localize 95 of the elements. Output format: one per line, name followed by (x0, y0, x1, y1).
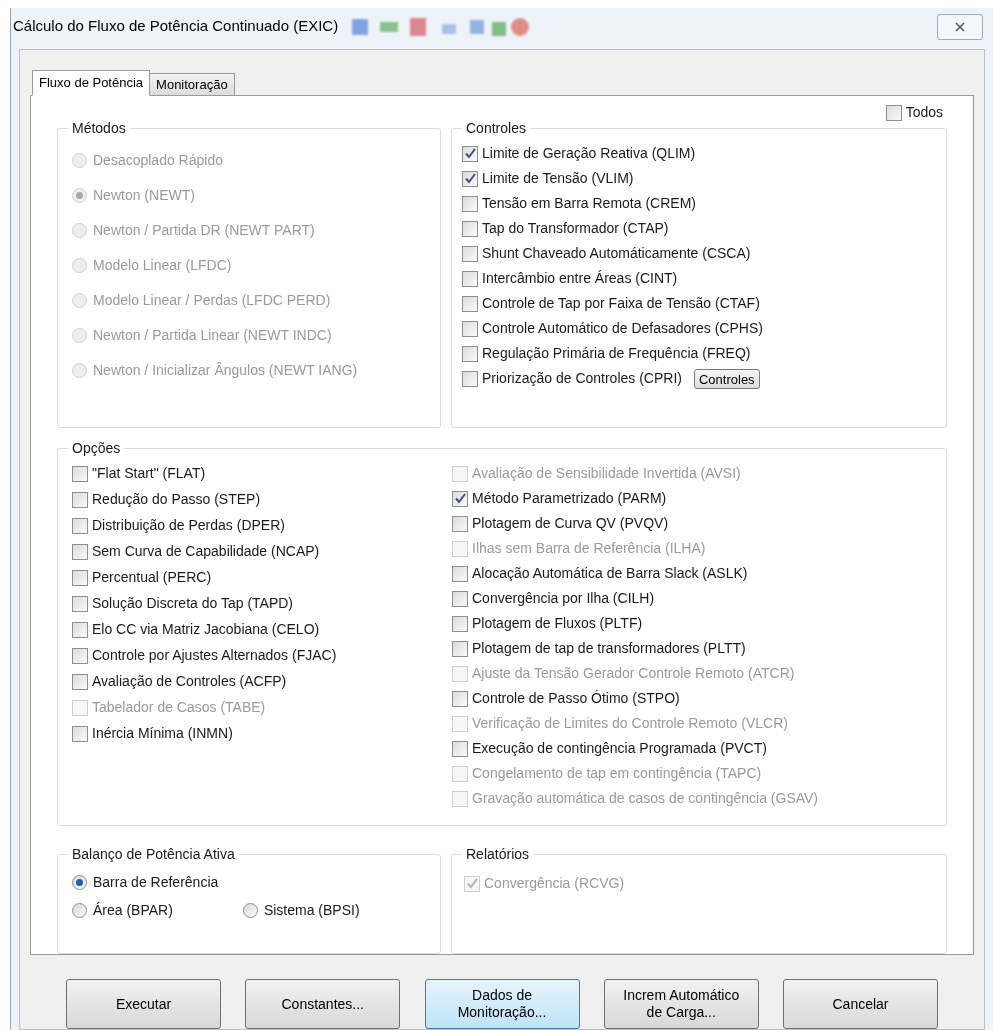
checkbox[interactable] (462, 320, 478, 337)
checkbox-label: Tensão em Barra Remota (CREM) (482, 194, 696, 213)
controles-button[interactable]: Controles (693, 368, 760, 389)
dialog-button[interactable]: Constantes... (245, 979, 401, 1029)
checkbox-label: Tap do Transformador (CTAP) (482, 219, 669, 238)
dialog-button[interactable]: Executar (66, 979, 221, 1029)
checkbox[interactable] (452, 740, 468, 757)
checkbox[interactable] (462, 170, 478, 187)
group-title: Opções (68, 439, 125, 457)
radio-button[interactable] (242, 902, 258, 918)
checkbox[interactable] (885, 104, 902, 121)
radio-button[interactable] (72, 874, 87, 890)
radio-label: Modelo Linear (LFDC) (93, 256, 232, 275)
checkbox[interactable] (72, 647, 88, 664)
checkbox-label: Tabelador de Casos (TABE) (92, 698, 266, 717)
checkbox-label: Método Parametrizado (PARM) (472, 489, 667, 508)
checkbox-label: "Flat Start" (FLAT) (92, 464, 206, 483)
checkbox-label: Ilhas sem Barra de Referência (ILHA) (472, 539, 706, 558)
dialog-button[interactable]: Dados de Monitoração... (424, 979, 580, 1029)
checkbox[interactable] (72, 465, 88, 482)
checkbox-label: Execução de contingência Programada (PVCT) (472, 739, 767, 758)
checkbox-label: Plotagem de Fluxos (PLTF) (472, 614, 643, 633)
radio-label: Modelo Linear / Perdas (LFDC PERD) (93, 291, 331, 310)
checkbox[interactable] (72, 569, 88, 586)
checkbox[interactable] (462, 195, 478, 212)
checkbox[interactable] (72, 517, 88, 534)
checkmark-icon (466, 878, 478, 889)
checkbox-label: Sem Curva de Capabilidade (NCAP) (92, 542, 320, 561)
tab[interactable]: Fluxo de Potência (32, 70, 151, 96)
checkmark-icon (464, 148, 476, 159)
checkbox-label: Priorização de Controles (CPRI) (482, 369, 682, 388)
checkbox-label: Alocação Automática de Barra Slack (ASLK) (472, 564, 748, 583)
checkbox-label: Controle de Tap por Faixa de Tensão (CTAF) (482, 294, 760, 313)
checkbox-label: Elo CC via Matriz Jacobiana (CELO) (92, 620, 320, 639)
checkbox-label: Shunt Chaveado Automáticamente (CSCA) (482, 244, 751, 263)
checkbox[interactable] (452, 690, 468, 707)
checkbox-label: Regulação Primária de Frequência (FREQ) (482, 344, 751, 363)
checkbox-label: Convergência por Ilha (CILH) (472, 589, 655, 608)
checkbox-label: Redução do Passo (STEP) (92, 490, 261, 509)
checkbox[interactable] (452, 565, 468, 582)
checkmark-icon (454, 493, 466, 504)
checkbox-label: Controle de Passo Ótimo (STPO) (472, 689, 680, 708)
checkbox-label: Limite de Tensão (VLIM) (482, 169, 634, 188)
dialog-button[interactable]: Cancelar (783, 979, 938, 1029)
checkbox-label: Controle Automático de Defasadores (CPHS) (482, 319, 763, 338)
radio-label: Newton (NEWT) (93, 186, 195, 205)
window-title: Cálculo do Fluxo de Potência Continuado (EXIC) (13, 16, 339, 37)
checkbox[interactable] (462, 245, 478, 262)
checkbox-label: Plotagem de tap de transformadores (PLTT) (472, 639, 746, 658)
checkbox[interactable] (462, 145, 478, 162)
checkbox-label: Solução Discreta do Tap (TAPD) (92, 594, 293, 613)
checkbox-label: Verificação de Limites do Controle Remoto (VLCR) (472, 714, 788, 733)
checkbox[interactable] (72, 595, 88, 612)
checkbox[interactable] (462, 220, 478, 237)
checkbox-label: Inércia Mínima (INMN) (92, 724, 233, 743)
radio-label: Área (BPAR) (93, 900, 173, 920)
checkbox[interactable] (72, 673, 88, 690)
radio-label: Newton / Inicializar Ângulos (NEWT IANG) (93, 361, 358, 380)
checkbox-label: Todos (905, 103, 943, 122)
checkbox[interactable] (452, 515, 468, 532)
checkbox-label: Ajuste da Tensão Gerador Controle Remoto (ATCR) (472, 664, 795, 683)
close-button[interactable] (937, 13, 983, 40)
checkbox[interactable] (462, 295, 478, 312)
checkbox-label: Distribuição de Perdas (DPER) (92, 516, 285, 535)
checkbox[interactable] (72, 543, 88, 560)
checkbox-label: Congelamento de tap em contingência (TAPC) (472, 764, 762, 783)
checkbox-label: Limite de Geração Reativa (QLIM) (482, 144, 696, 163)
dialog-button[interactable]: Increm Automático de Carga... (603, 979, 759, 1029)
checkbox-label: Convergência (RCVG) (484, 874, 625, 893)
close-icon (955, 21, 965, 32)
checkbox-label: Intercâmbio entre Áreas (CINT) (482, 269, 678, 288)
checkbox-label: Gravação automática de casos de contingência (GSAV) (472, 789, 819, 808)
radio-label: Barra de Referência (93, 872, 219, 892)
checkbox-label: Controle por Ajustes Alternados (FJAC) (92, 646, 337, 665)
checkbox[interactable] (452, 615, 468, 632)
checkbox[interactable] (452, 590, 468, 607)
checkbox[interactable] (72, 621, 88, 638)
radio-label: Newton / Partida Linear (NEWT INDC) (93, 326, 332, 345)
radio-label: Sistema (BPSI) (263, 900, 360, 920)
radio-button[interactable] (72, 902, 87, 918)
checkbox[interactable] (72, 491, 88, 508)
checkbox-label: Avaliação de Controles (ACFP) (92, 672, 287, 691)
checkbox-label: Percentual (PERC) (92, 568, 212, 587)
checkbox[interactable] (452, 490, 468, 507)
group-title: Balanço de Potência Ativa (68, 845, 239, 863)
checkbox[interactable] (462, 270, 478, 287)
radio-label: Newton / Partida DR (NEWT PART) (93, 221, 315, 240)
checkbox[interactable] (462, 370, 478, 387)
checkmark-icon (464, 173, 476, 184)
checkbox[interactable] (452, 640, 468, 657)
checkbox[interactable] (72, 725, 88, 742)
checkbox-label: Avaliação de Sensibilidade Invertida (AVSI) (472, 464, 741, 483)
checkbox[interactable] (462, 345, 478, 362)
radio-label: Desacoplado Rápido (93, 151, 223, 170)
checkbox-label: Plotagem de Curva QV (PVQV) (472, 514, 669, 533)
